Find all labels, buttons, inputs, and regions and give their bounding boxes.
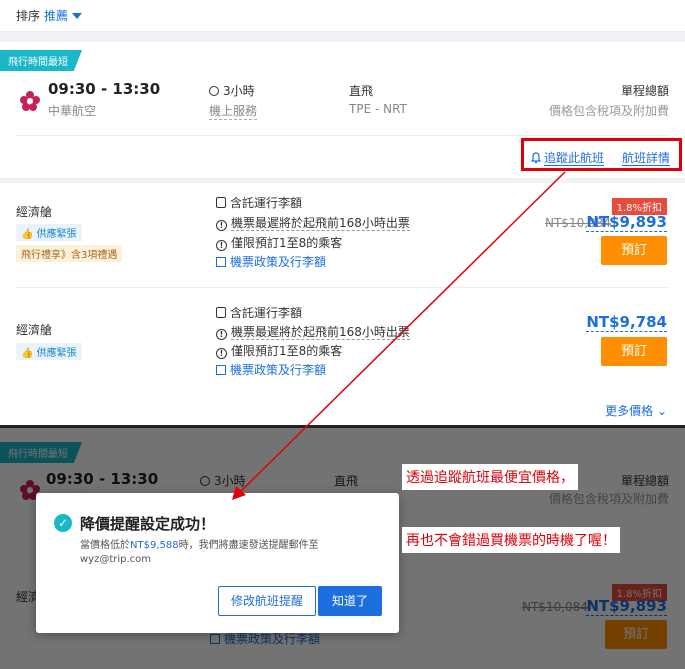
clock-icon	[209, 86, 219, 96]
fare-price[interactable]: NT$9,784	[586, 313, 667, 332]
passenger-feature: ! 僅限預訂1至8的乘客	[216, 342, 342, 359]
baggage-icon	[216, 307, 226, 318]
cabin-class: 經濟艙	[16, 205, 53, 219]
success-check-icon: ✓	[54, 514, 72, 532]
flight-time: 09:30 - 13:30	[48, 80, 161, 98]
info-icon: !	[216, 240, 227, 251]
annotation-callout: 再也不會錯過買機票的時機了喔！	[402, 527, 620, 553]
spacer	[0, 32, 685, 42]
fare-row[interactable]: 經濟艙 👍 供應緊張 含託運行李額 ! 機票最遲將於起飛前168小時出票 ! 僅限預…	[0, 288, 685, 418]
availability-tag: 👍 供應緊張	[16, 224, 82, 241]
book-button[interactable]: 預訂	[601, 236, 667, 265]
document-icon	[216, 365, 226, 375]
fare-policy-link[interactable]: 機票政策及行李額	[216, 361, 326, 378]
info-icon: !	[216, 220, 227, 231]
book-button[interactable]: 預訂	[601, 337, 667, 366]
price-note: 價格包含稅項及附加費	[548, 104, 669, 118]
total-label: 單程總額	[620, 84, 669, 98]
perks-tag: 飛行禮享》含3項禮遇	[16, 245, 123, 262]
sort-label: 排序	[16, 9, 41, 23]
info-icon: !	[216, 348, 227, 359]
flight-route: TPE - NRT	[349, 102, 407, 116]
sort-bar[interactable]: 排序 推薦	[0, 0, 685, 32]
divider	[16, 135, 669, 136]
baggage-icon	[216, 197, 226, 208]
availability-tag: 👍 供應緊張	[16, 343, 82, 360]
chevron-down-icon[interactable]	[72, 12, 83, 19]
more-prices-link[interactable]: 更多價格 ⌄	[605, 402, 667, 419]
airline-name: 中華航空	[48, 104, 97, 118]
info-icon: !	[216, 329, 227, 340]
passenger-feature: ! 僅限預訂1至8的乘客	[216, 234, 342, 251]
flight-type: 直飛	[349, 84, 374, 98]
annotation-callout: 透過追蹤航班最便宜價格，	[402, 464, 578, 490]
inflight-service-link[interactable]: 機上服務	[209, 102, 258, 120]
modify-alert-button[interactable]: 修改航班提醒	[218, 586, 316, 616]
baggage-feature: 含託運行李額	[216, 194, 302, 211]
modal-message: 當價格低於NT$9,588時，我們將盡速發送提醒郵件至 wyz@trip.com	[80, 540, 319, 565]
got-it-button[interactable]: 知道了	[318, 586, 382, 616]
highlight-box	[521, 138, 682, 171]
ticketing-feature: ! 機票最遲將於起飛前168小時出票	[216, 214, 410, 231]
baggage-feature: 含託運行李額	[216, 304, 302, 321]
flight-duration: 3小時	[209, 82, 255, 99]
cabin-class: 經濟艙	[16, 323, 53, 337]
airline-logo-icon	[18, 89, 42, 113]
sort-value[interactable]: 推薦	[44, 7, 68, 24]
ticketing-feature: ! 機票最遲將於起飛前168小時出票	[216, 323, 410, 340]
shortest-time-ribbon: 飛行時間最短	[0, 50, 82, 71]
fare-row[interactable]: 經濟艙 👍 供應緊張 飛行禮享》含3項禮遇 含託運行李額 ! 機票最遲將於起飛前1…	[0, 183, 685, 287]
modal-title: 降價提醒設定成功！	[80, 515, 216, 533]
document-icon	[216, 257, 226, 267]
fare-policy-link[interactable]: 機票政策及行李額	[216, 253, 326, 270]
price-alert-modal: ✓ 降價提醒設定成功！ 當價格低於NT$9,588時，我們將盡速發送提醒郵件至 …	[36, 493, 399, 633]
fare-price[interactable]: NT$9,893	[586, 213, 667, 232]
